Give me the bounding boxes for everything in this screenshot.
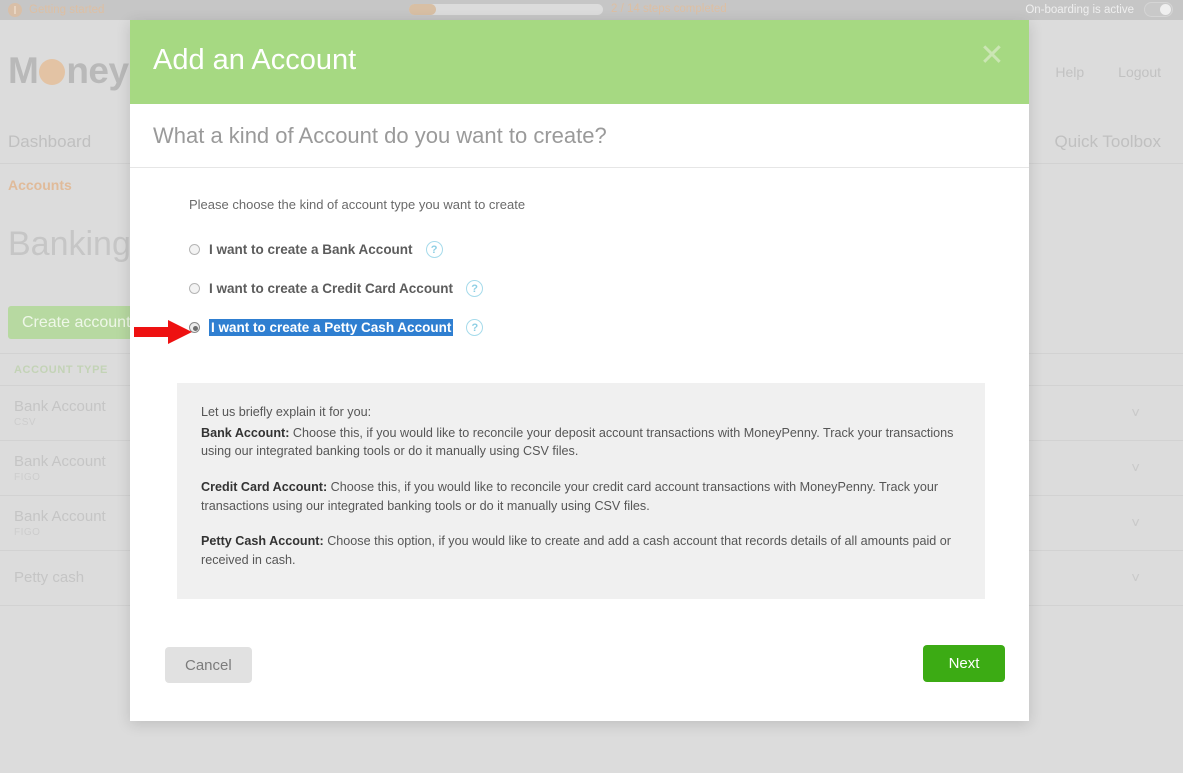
modal-body: Please choose the kind of account type y… [130,168,1029,599]
option-label: I want to create a Credit Card Account [209,281,454,296]
nav-item-dashboard[interactable]: Dashboard [8,132,91,152]
onboarding-right: On-boarding is active [1025,2,1173,17]
question-mark-icon[interactable]: ? [466,280,484,297]
row-account-source: CSV [14,417,37,428]
close-icon[interactable]: ✕ [977,41,1007,72]
option-label: I want to create a Petty Cash Account [209,319,454,336]
logo-text-after: ney [66,50,129,91]
modal-title: Add an Account [153,44,357,76]
modal-lead-text: Please choose the kind of account type y… [189,197,526,212]
row-account-source: FIGO [14,527,41,538]
explanation-bank-text: Choose this, if you would like to reconc… [201,425,954,459]
chevron-down-icon[interactable]: ˅ [1131,405,1140,422]
explanation-bank-account: Bank Account: Choose this, if you would … [201,424,961,461]
chevron-down-icon[interactable]: ˅ [1131,570,1140,587]
top-links: Help Logout [1055,64,1161,80]
option-label: I want to create a Bank Account [209,242,413,257]
explanation-bank-term: Bank Account: [201,425,290,440]
logo-dot-icon [39,59,66,85]
row-account-type: Bank Account [14,508,106,525]
row-account-type: Bank Account [14,453,106,470]
app-logo: Mney [8,50,129,92]
question-mark-icon[interactable]: ? [425,241,443,258]
explanation-credit-term: Credit Card Account: [201,479,328,494]
cancel-button[interactable]: Cancel [165,647,252,683]
row-account-type: Petty cash [14,568,85,586]
explanation-petty-cash-account: Petty Cash Account: Choose this option, … [201,532,961,569]
explanation-lead: Let us briefly explain it for you: [201,405,372,419]
logout-link[interactable]: Logout [1118,64,1161,80]
quick-toolbox-button[interactable]: Quick Toolbox [1055,132,1161,152]
next-button[interactable]: Next [923,645,1005,682]
option-bank-account[interactable]: I want to create a Bank Account ? [130,230,1029,269]
modal-footer: Cancel Next [130,627,1029,721]
option-petty-cash-account[interactable]: I want to create a Petty Cash Account ? [130,308,1029,347]
explanation-petty-term: Petty Cash Account: [201,534,324,549]
page-title: Banking [8,225,131,263]
modal-header: Add an Account ✕ [130,20,1029,104]
radio-credit-card-account[interactable] [189,283,200,294]
onboarding-left: Getting started [0,3,104,17]
option-credit-card-account[interactable]: I want to create a Credit Card Account ? [130,269,1029,308]
onboarding-progress-fill [409,4,437,15]
onboarding-progress-bar [409,4,603,15]
onboarding-label: Getting started [29,4,105,16]
flag-icon [8,3,22,17]
chevron-down-icon[interactable]: ˅ [1131,515,1140,532]
radio-bank-account[interactable] [189,244,200,255]
chevron-down-icon[interactable]: ˅ [1131,460,1140,477]
app-root: Mney Help Logout Dashboard Quick Toolbox… [0,0,1183,773]
logo-text-before: M [8,50,39,91]
row-account-type: Bank Account [14,398,106,415]
add-account-modal: Add an Account ✕ What a kind of Account … [130,20,1029,721]
onboarding-toggle[interactable] [1144,2,1173,17]
toggle-knob [1160,4,1171,15]
question-mark-icon[interactable]: ? [466,319,484,336]
explanation-credit-card-account: Credit Card Account: Choose this, if you… [201,478,961,515]
onboarding-status-label: On-boarding is active [1025,3,1134,16]
row-account-source: FIGO [14,472,41,483]
help-link[interactable]: Help [1055,64,1084,80]
explanation-panel: Let us briefly explain it for you: Bank … [177,383,985,599]
breadcrumb[interactable]: Accounts [8,177,72,193]
modal-subtitle: What a kind of Account do you want to cr… [130,104,1029,168]
onboarding-progress-text: 2 / 14 steps completed [611,3,727,15]
red-arrow-icon [134,318,198,346]
onboarding-bar: Getting started 2 / 14 steps completed O… [0,0,1183,20]
